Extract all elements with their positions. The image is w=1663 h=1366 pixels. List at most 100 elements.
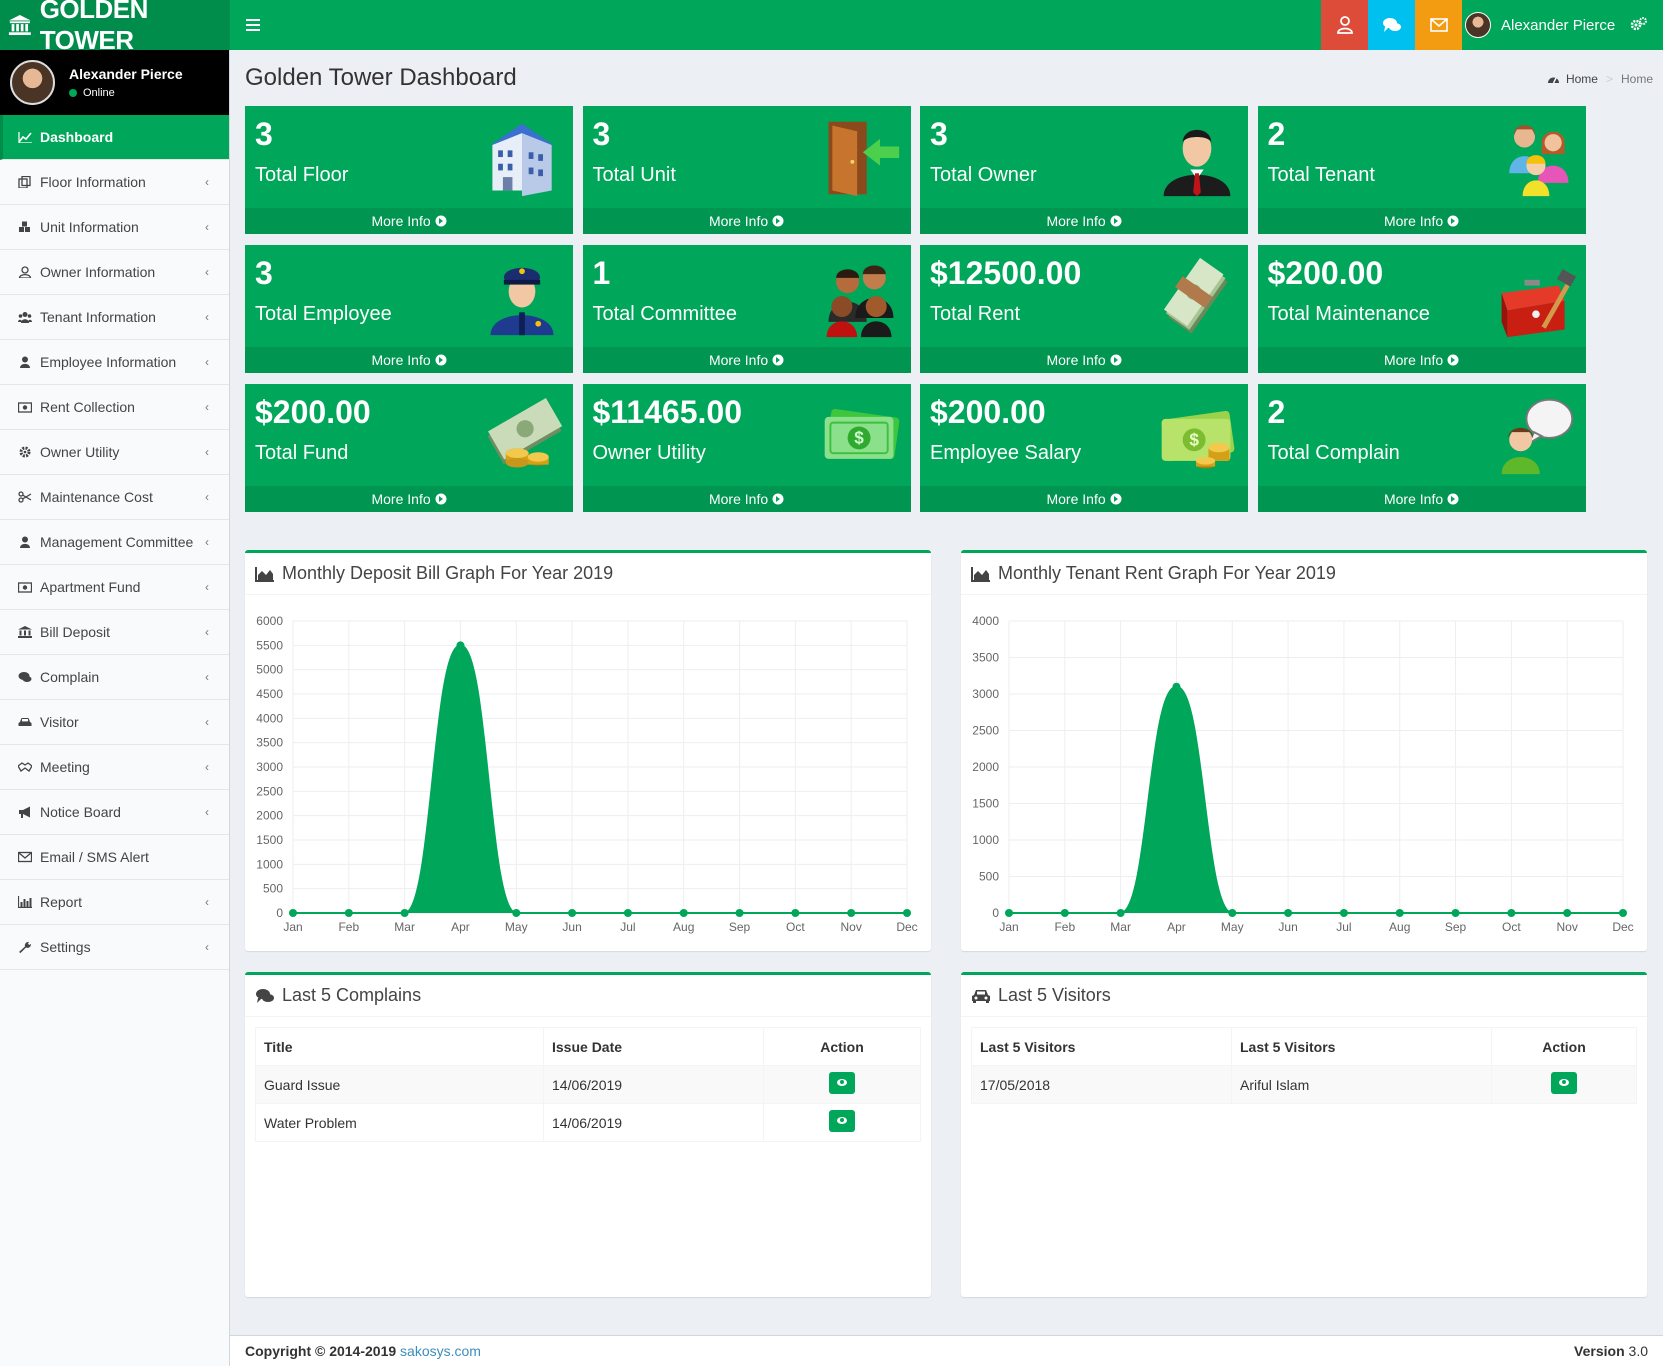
sidebar-item-owner-utility[interactable]: Owner Utility ‹	[0, 430, 229, 475]
sidebar-item-settings[interactable]: Settings ‹	[0, 925, 229, 970]
sidebar-item-maintenance-cost[interactable]: Maintenance Cost ‹	[0, 475, 229, 520]
sidebar-item-email-sms-alert[interactable]: Email / SMS Alert	[0, 835, 229, 880]
arrow-circle-right-icon	[1110, 215, 1122, 227]
view-button[interactable]	[1551, 1072, 1577, 1094]
sidebar-item-visitor[interactable]: Visitor ‹	[0, 700, 229, 745]
more-info-link[interactable]: More Info	[1257, 347, 1586, 373]
sidebar-item-bill-deposit[interactable]: Bill Deposit ‹	[0, 610, 229, 655]
more-info-link[interactable]: More Info	[245, 208, 573, 234]
user-alert-button[interactable]	[1321, 0, 1368, 50]
table-row: 17/05/2018 Ariful Islam	[971, 1065, 1637, 1104]
sidebar-item-label: Notice Board	[40, 804, 121, 820]
money-icon	[18, 582, 32, 593]
online-dot-icon	[69, 89, 77, 97]
chevron-left-icon: ‹	[205, 580, 209, 594]
info-box-label: Total Floor	[255, 164, 349, 186]
comments-icon	[18, 672, 32, 682]
sidebar-item-employee-information[interactable]: Employee Information ‹	[0, 340, 229, 385]
info-box-label: Employee Salary	[930, 442, 1082, 464]
data-point	[1619, 909, 1627, 917]
sidebar-item-notice-board[interactable]: Notice Board ‹	[0, 790, 229, 835]
users-icon	[18, 312, 32, 323]
sidebar-item-meeting[interactable]: Meeting ‹	[0, 745, 229, 790]
chat-button[interactable]	[1368, 0, 1415, 50]
data-point	[1005, 909, 1013, 917]
sidebar-item-dashboard[interactable]: Dashboard	[0, 115, 229, 160]
footer: Copyright © 2014-2019 sakosys.com Versio…	[230, 1335, 1663, 1366]
businessman-icon	[1163, 129, 1231, 197]
logo[interactable]: GOLDEN TOWER	[0, 0, 230, 55]
table-row: Guard Issue 14/06/2019	[255, 1065, 921, 1104]
complains-table: Title Issue Date Action Guard Issue 14/06…	[255, 1027, 921, 1142]
table-header: Issue Date	[543, 1027, 764, 1066]
info-box-value: $12500.00	[930, 255, 1082, 291]
info-box-total-complain: 2 Total Complain More Info	[1257, 384, 1586, 512]
sidebar-item-label: Unit Information	[40, 219, 139, 235]
more-info-link[interactable]: More Info	[1257, 486, 1586, 512]
sidebar-item-label: Dashboard	[40, 129, 114, 145]
arrow-circle-right-icon	[1447, 215, 1459, 227]
sidebar-item-rent-collection[interactable]: Rent Collection ‹	[0, 385, 229, 430]
user-menu[interactable]: Alexander Pierce	[1465, 0, 1615, 50]
chevron-left-icon: ‹	[205, 310, 209, 324]
scissors-icon	[18, 491, 32, 503]
sidebar-item-unit-information[interactable]: Unit Information ‹	[0, 205, 229, 250]
footer-link[interactable]: sakosys.com	[400, 1343, 481, 1359]
more-info-link[interactable]: More Info	[245, 347, 573, 373]
deposit-chart: 0 500 1000 1500 2000 2500 3000 3500 4000 4500 5000…	[256, 614, 917, 934]
gears-icon[interactable]	[1630, 16, 1648, 37]
y-tick-label: 5000	[256, 663, 283, 677]
data-point	[289, 909, 297, 917]
series-line	[293, 644, 907, 914]
area-chart-icon	[255, 566, 274, 582]
x-tick-label: Mar	[1110, 920, 1131, 934]
door-icon	[828, 121, 899, 197]
sidebar-item-floor-information[interactable]: Floor Information ‹	[0, 160, 229, 205]
sidebar-item-report[interactable]: Report ‹	[0, 880, 229, 925]
more-info-link[interactable]: More Info	[582, 208, 911, 234]
chevron-left-icon: ‹	[205, 265, 209, 279]
handshake-icon	[18, 762, 32, 772]
x-tick-label: Jun	[1278, 920, 1297, 934]
x-tick-label: Aug	[1389, 920, 1410, 934]
sidebar-item-complain[interactable]: Complain ‹	[0, 655, 229, 700]
x-tick-label: Jul	[620, 920, 635, 934]
more-info-link[interactable]: More Info	[920, 208, 1248, 234]
y-tick-label: 1500	[972, 797, 999, 811]
money-icon	[18, 402, 32, 413]
avatar	[1465, 12, 1491, 38]
arrow-circle-right-icon	[772, 215, 784, 227]
y-tick-label: 2000	[972, 760, 999, 774]
x-tick-label: Mar	[394, 920, 415, 934]
more-info-link[interactable]: More Info	[920, 486, 1248, 512]
y-tick-label: 3000	[972, 687, 999, 701]
sidebar-item-apartment-fund[interactable]: Apartment Fund ‹	[0, 565, 229, 610]
table-row: Water Problem 14/06/2019	[255, 1103, 921, 1142]
sidebar-item-owner-information[interactable]: Owner Information ‹	[0, 250, 229, 295]
copy-icon	[18, 176, 31, 188]
info-box-value: 3	[255, 116, 273, 152]
mail-button[interactable]	[1415, 0, 1462, 50]
view-button[interactable]	[829, 1110, 855, 1132]
more-info-link[interactable]: More Info	[1257, 208, 1586, 234]
sidebar-item-management-committee[interactable]: Management Committee ‹	[0, 520, 229, 565]
rent-chart-title: Monthly Tenant Rent Graph For Year 2019	[998, 563, 1336, 583]
more-info-link[interactable]: More Info	[582, 347, 911, 373]
more-info-link[interactable]: More Info	[582, 486, 911, 512]
more-info-link[interactable]: More Info	[920, 347, 1248, 373]
arrow-circle-right-icon	[772, 493, 784, 505]
online-status: Online	[69, 87, 183, 99]
complain-date: 14/06/2019	[543, 1065, 764, 1104]
info-box-value: $11465.00	[592, 394, 743, 430]
sidebar-toggle-icon[interactable]	[246, 14, 260, 37]
data-point	[456, 641, 465, 650]
more-info-link[interactable]: More Info	[245, 486, 573, 512]
x-tick-label: Nov	[841, 920, 862, 934]
car-icon	[18, 718, 32, 726]
breadcrumb-home[interactable]: Home	[1566, 72, 1598, 86]
y-tick-label: 4500	[256, 687, 283, 701]
view-button[interactable]	[829, 1072, 855, 1094]
sidebar-item-tenant-information[interactable]: Tenant Information ‹	[0, 295, 229, 340]
rent-chart: 0 500 1000 1500 2000 2500 3000 3500 4000 Jan Feb Ma…	[972, 614, 1633, 934]
page-title: Golden Tower Dashboard	[245, 64, 517, 91]
